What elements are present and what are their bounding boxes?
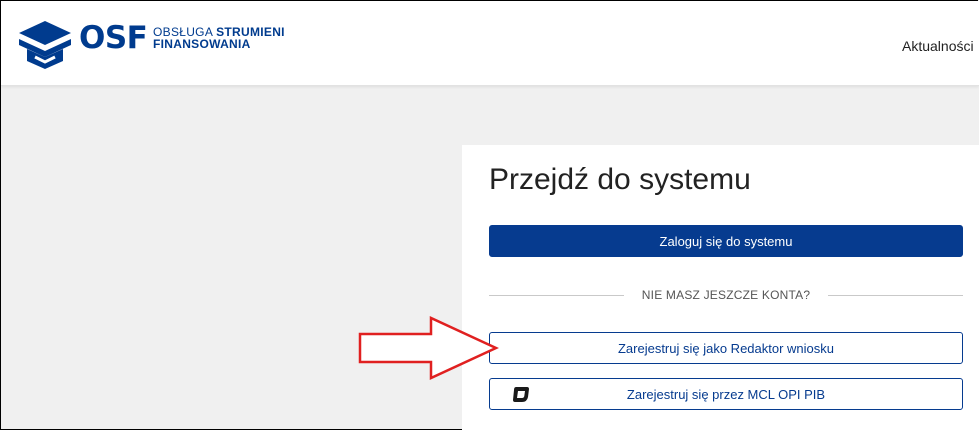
login-button-label: Zaloguj się do systemu (659, 233, 793, 249)
register-mcl-label: Zarejestruj się przez MCL OPI PIB (626, 386, 826, 402)
nav-item-news[interactable]: Aktualności (902, 38, 974, 54)
osf-logo-icon (19, 21, 71, 69)
red-arrow-annotation (358, 316, 499, 380)
register-mcl-button[interactable]: Zarejestruj się przez MCL OPI PIB (489, 378, 963, 410)
logo-subtitle-line2: FINANSOWANIA (153, 37, 251, 51)
register-editor-label: Zarejestruj się jako Redaktor wniosku (617, 340, 835, 356)
osf-logo[interactable]: OSF OBSŁUGA STRUMIENI FINANSOWANIA (17, 19, 307, 69)
mcl-logo-icon (513, 387, 529, 402)
logo-name: OSF (79, 20, 148, 56)
no-account-divider: NIE MASZ JESZCZE KONTA? (489, 288, 963, 302)
login-panel: Przejdź do systemu Zaloguj się do system… (462, 145, 979, 430)
divider-line-right (828, 294, 963, 296)
no-account-label: NIE MASZ JESZCZE KONTA? (641, 288, 811, 302)
divider-line-left (489, 294, 624, 296)
register-editor-button[interactable]: Zarejestruj się jako Redaktor wniosku (489, 332, 963, 364)
site-header: OSF OBSŁUGA STRUMIENI FINANSOWANIA Aktua… (1, 1, 979, 86)
logo-subtitle: OBSŁUGA STRUMIENI FINANSOWANIA (153, 26, 285, 50)
panel-title: Przejdź do systemu (489, 163, 751, 196)
login-button[interactable]: Zaloguj się do systemu (489, 225, 963, 257)
